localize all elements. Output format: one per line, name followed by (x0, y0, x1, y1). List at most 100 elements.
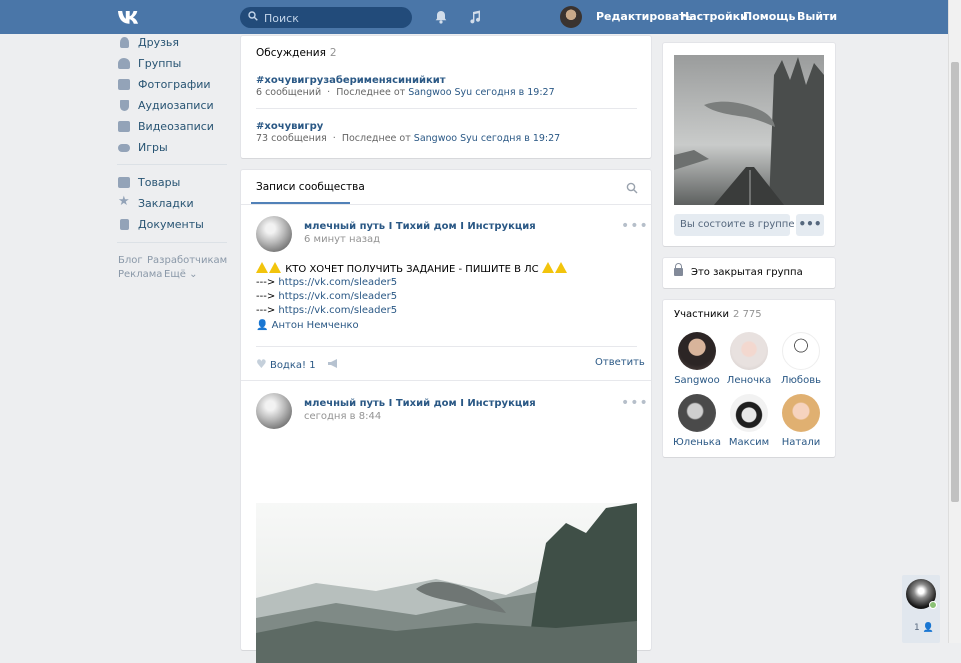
warning-icon (269, 262, 281, 273)
post-text-line: ---> https://vk.com/sleader5 (256, 305, 397, 316)
post-arrow: ---> (256, 305, 276, 316)
member-avatar (782, 394, 820, 432)
group-cover-image[interactable] (674, 55, 824, 205)
footer-link-more[interactable]: Ещё ⌄ (164, 269, 197, 280)
member-avatar (730, 394, 768, 432)
whale-landscape-image (256, 503, 637, 663)
members-title[interactable]: Участники 2 775 (674, 309, 762, 320)
member-item[interactable]: Леночка (723, 332, 775, 386)
topic-last-author[interactable]: Sangwoo Syu (408, 87, 472, 98)
megaphone-icon[interactable] (327, 358, 339, 369)
member-name: Леночка (726, 375, 772, 386)
friends-icon (120, 37, 129, 48)
bell-icon[interactable] (433, 9, 449, 25)
members-block: Участники 2 775 Sangwoo Леночка Любовь Юл… (663, 300, 835, 457)
whale-in-fog-image (674, 55, 824, 205)
member-name: Sangwoo (674, 375, 720, 386)
post-time[interactable]: сегодня в 8:44 (304, 411, 381, 422)
membership-button[interactable]: Вы состоите в группе ⌄ (674, 214, 806, 236)
discussions-block: Обсуждения 2 #хочувигрузаберименясинийкит… (241, 36, 651, 158)
post-text-line: ---> https://vk.com/sleader5 (256, 291, 397, 302)
sidebar-item-label: Закладки (138, 197, 194, 210)
sidebar-item-video[interactable]: Видеозаписи (117, 118, 229, 136)
logout-link[interactable]: Выйти (797, 10, 837, 23)
sidebar-item-label: Документы (138, 218, 204, 231)
sidebar-item-bookmarks[interactable]: ★ Закладки (117, 194, 229, 213)
member-avatar (678, 332, 716, 370)
like-button[interactable]: ♥ Водка! 1 (256, 357, 316, 371)
user-icon: 👤 (922, 623, 934, 633)
post-time[interactable]: 6 минут назад (304, 234, 380, 245)
post-menu-icon[interactable]: ••• (621, 395, 649, 411)
sidebar-item-label: Игры (138, 141, 168, 154)
member-item[interactable]: Натали (775, 394, 827, 448)
reply-button[interactable]: Ответить (595, 357, 645, 368)
post-link[interactable]: https://vk.com/sleader5 (278, 277, 397, 288)
search-input[interactable] (262, 9, 406, 27)
post-text-line: КТО ХОЧЕТ ПОЛУЧИТЬ ЗАДАНИЕ - ПИШИТЕ В ЛС (256, 262, 568, 275)
post-link[interactable]: https://vk.com/sleader5 (278, 291, 397, 302)
sidebar-item-games[interactable]: Игры (117, 139, 229, 157)
sidebar-item-groups[interactable]: Группы (117, 55, 229, 73)
sidebar-item-label: Видеозаписи (138, 120, 214, 133)
divider (241, 204, 651, 205)
edit-link[interactable]: Редактировать (596, 10, 693, 23)
topic-last-time[interactable]: сегодня в 19:27 (475, 87, 554, 98)
member-item[interactable]: Юленька (671, 394, 723, 448)
topic-title[interactable]: #хочувигру (256, 121, 323, 132)
chat-widget[interactable]: 1 👤 (902, 575, 940, 643)
post-link[interactable]: https://vk.com/sleader5 (278, 305, 397, 316)
member-name: Юленька (673, 437, 721, 448)
post-author[interactable]: млечный путь I Тихий дом I Инструкция (304, 221, 536, 232)
topic-meta: 6 сообщений · Последнее от Sangwoo Syu с… (256, 87, 555, 98)
topic-messages-count: 6 сообщений (256, 87, 322, 98)
settings-link[interactable]: Настройки (680, 10, 748, 23)
member-item[interactable]: Sangwoo (671, 332, 723, 386)
group-more-button[interactable]: ••• (796, 214, 824, 236)
chat-count: 1 (914, 623, 920, 633)
post-author-avatar[interactable] (256, 216, 292, 252)
sidebar-item-photos[interactable]: Фотографии (117, 76, 229, 94)
footer-link-developers[interactable]: Разработчикам (147, 255, 227, 266)
members-count: 2 775 (733, 309, 762, 320)
sidebar-item-goods[interactable]: Товары (117, 174, 229, 192)
member-item[interactable]: Максим (723, 394, 775, 448)
post-signature[interactable]: 👤 Антон Немченко (256, 320, 359, 331)
post-image[interactable] (256, 503, 637, 663)
topic-last-prefix: Последнее от (341, 133, 411, 144)
post-menu-icon[interactable]: ••• (621, 218, 649, 234)
help-link[interactable]: Помощь (743, 10, 795, 23)
sidebar-item-friends[interactable]: Друзья (117, 34, 229, 52)
sidebar-item-audio[interactable]: Аудиозаписи (117, 97, 229, 115)
topic-last-author[interactable]: Sangwoo Syu (414, 133, 478, 144)
menu-divider (117, 164, 227, 165)
discussions-title-text: Обсуждения (256, 47, 326, 59)
heart-icon: ♥ (256, 357, 267, 371)
topic-meta: 73 сообщения · Последнее от Sangwoo Syu … (256, 133, 561, 144)
scrollbar[interactable] (948, 0, 961, 643)
tab-community-posts[interactable]: Записи сообщества (256, 181, 365, 193)
chevron-down-icon: ⌄ (189, 269, 198, 280)
discussions-title[interactable]: Обсуждения 2 (256, 47, 337, 59)
post-author-avatar[interactable] (256, 393, 292, 429)
user-icon: 👤 (256, 320, 269, 331)
topic-title[interactable]: #хочувигрузаберименясинийкит (256, 75, 446, 86)
footer-link-blog[interactable]: Блог (118, 255, 143, 266)
user-avatar[interactable] (560, 6, 582, 28)
topic-last-time[interactable]: сегодня в 19:27 (481, 133, 560, 144)
vk-logo[interactable] (117, 9, 143, 25)
search-icon[interactable] (626, 182, 638, 194)
sidebar-item-documents[interactable]: Документы (117, 216, 229, 234)
member-item[interactable]: Любовь (775, 332, 827, 386)
scrollbar-thumb[interactable] (951, 62, 959, 502)
online-indicator (929, 601, 937, 609)
search-box[interactable] (240, 7, 412, 28)
member-name: Любовь (780, 375, 821, 386)
membership-label: Вы состоите в группе (680, 219, 795, 230)
footer-link-ads[interactable]: Реклама (118, 269, 162, 280)
document-icon (120, 219, 129, 230)
music-note-icon[interactable] (467, 9, 483, 25)
group-cover-block: Вы состоите в группе ⌄ ••• (663, 43, 835, 246)
post-author[interactable]: млечный путь I Тихий дом I Инструкция (304, 398, 536, 409)
member-name: Максим (728, 437, 770, 448)
